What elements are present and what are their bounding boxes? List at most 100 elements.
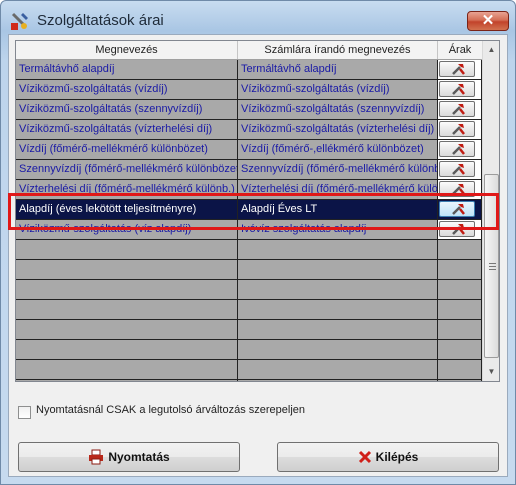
table-row-empty[interactable] [16, 360, 482, 380]
cell-name[interactable] [16, 380, 238, 381]
print-only-last-change-checkbox[interactable] [18, 406, 31, 419]
cell-name[interactable]: Vízterhelési díj (főmérő-mellékmérő külö… [16, 180, 238, 200]
edit-prices-button[interactable] [439, 121, 475, 137]
wrench-hammer-icon [452, 144, 465, 155]
title-bar[interactable]: Szolgáltatások árai ✕ [1, 1, 515, 35]
cell-name[interactable]: Vízdíj (főmérő-mellékmérő különbözet) [16, 140, 238, 160]
cell-prices [438, 80, 482, 100]
edit-prices-button[interactable] [439, 221, 475, 237]
table-row[interactable]: Vízterhelési díj (főmérő-mellékmérő külö… [16, 180, 482, 200]
printer-icon [89, 449, 104, 465]
cell-invoice-name[interactable]: Alapdíj Éves LT [238, 200, 438, 220]
table-row-empty[interactable] [16, 300, 482, 320]
window-content: Megnevezés Számlára írandó megnevezés Ár… [8, 34, 508, 477]
vertical-scrollbar[interactable]: ▲ ▼ [482, 41, 499, 381]
cell-invoice-name[interactable] [238, 280, 438, 300]
cell-invoice-name[interactable] [238, 240, 438, 260]
cell-name[interactable] [16, 260, 238, 280]
cell-prices [438, 200, 482, 220]
edit-prices-button[interactable] [439, 161, 475, 177]
cell-invoice-name[interactable] [238, 300, 438, 320]
edit-prices-button[interactable] [439, 81, 475, 97]
cell-name[interactable] [16, 300, 238, 320]
window-title: Szolgáltatások árai [37, 12, 164, 29]
cell-invoice-name[interactable]: Víziközmű-szolgáltatás (vízdíj) [238, 80, 438, 100]
exit-button-label: Kilépés [375, 450, 419, 464]
table-row[interactable]: Szennyvízdíj (főmérő-mellékmérő különböz… [16, 160, 482, 180]
print-button-label: Nyomtatás [108, 450, 170, 464]
cell-name[interactable]: Víziközmű-szolgáltatás (szennyvízdíj) [16, 100, 238, 120]
cell-prices [438, 320, 482, 340]
edit-prices-button[interactable] [439, 141, 475, 157]
column-header-name[interactable]: Megnevezés [16, 41, 238, 59]
table-row-empty[interactable] [16, 240, 482, 260]
cell-name[interactable]: Alapdíj (éves lekötött teljesítményre) [16, 200, 238, 220]
wrench-hammer-icon [452, 184, 465, 195]
cell-invoice-name[interactable]: Szennyvízdíj (főmérő-mellékmérő különböz… [238, 160, 438, 180]
cell-invoice-name[interactable]: Víziközmű-szolgáltatás (szennyvízdíj) [238, 100, 438, 120]
cell-name[interactable] [16, 280, 238, 300]
cell-prices [438, 220, 482, 240]
close-icon: ✕ [481, 12, 495, 29]
cell-name[interactable]: Víziközmű-szolgáltatás (vízdíj) [16, 80, 238, 100]
wrench-hammer-icon [452, 204, 465, 215]
cell-prices [438, 240, 482, 260]
edit-prices-button[interactable] [439, 61, 475, 77]
cell-prices [438, 340, 482, 360]
cell-prices [438, 380, 482, 381]
cell-invoice-name[interactable]: Vízterhelési díj (főmérő-mellékmérő külö… [238, 180, 438, 200]
cell-prices [438, 160, 482, 180]
table-row[interactable]: Víziközmű-szolgáltatás (víz alapdíj) Ivóv… [16, 220, 482, 240]
cell-name[interactable]: Szennyvízdíj (főmérő-mellékmérő különböz… [16, 160, 238, 180]
cell-prices [438, 280, 482, 300]
scrollbar-thumb[interactable] [484, 174, 499, 358]
wrench-hammer-icon [452, 64, 465, 75]
services-grid[interactable]: Megnevezés Számlára írandó megnevezés Ár… [15, 40, 500, 382]
cell-name[interactable] [16, 320, 238, 340]
cell-name[interactable] [16, 360, 238, 380]
cell-invoice-name[interactable]: Víziközmű-szolgáltatás (vízterhelési díj… [238, 120, 438, 140]
cell-invoice-name[interactable]: Ivóvíz szolgáltatás alapdíj [238, 220, 438, 240]
exit-button[interactable]: Kilépés [277, 442, 499, 472]
cell-name[interactable]: Termáltávhő alapdíj [16, 60, 238, 80]
table-row[interactable]: Víziközmű-szolgáltatás (szennyvízdíj) Víz… [16, 100, 482, 120]
cell-invoice-name[interactable]: Vízdíj (főmérő-,ellékmérő különbözet) [238, 140, 438, 160]
print-only-last-change-label: Nyomtatásnál CSAK a legutolsó árváltozás… [36, 404, 306, 416]
scroll-down-icon[interactable]: ▼ [483, 363, 499, 380]
cell-invoice-name[interactable] [238, 360, 438, 380]
table-row[interactable]: Víziközmű-szolgáltatás (vízdíj) Víziközmű… [16, 80, 482, 100]
cell-name[interactable]: Víziközmű-szolgáltatás (víz alapdíj) [16, 220, 238, 240]
table-row[interactable]: Vízdíj (főmérő-mellékmérő különbözet) Víz… [16, 140, 482, 160]
cell-prices [438, 300, 482, 320]
edit-prices-button[interactable] [439, 201, 475, 217]
cell-name[interactable] [16, 240, 238, 260]
table-row-selected[interactable]: Alapdíj (éves lekötött teljesítményre) Al… [16, 200, 482, 220]
table-row-empty[interactable] [16, 320, 482, 340]
wrench-hammer-icon [452, 104, 465, 115]
app-tools-icon [11, 12, 28, 30]
cell-invoice-name[interactable]: Termáltávhő alapdíj [238, 60, 438, 80]
cell-prices [438, 100, 482, 120]
cell-name[interactable]: Víziközmű-szolgáltatás (vízterhelési díj… [16, 120, 238, 140]
wrench-hammer-icon [452, 164, 465, 175]
table-row-empty[interactable] [16, 260, 482, 280]
cell-invoice-name[interactable] [238, 320, 438, 340]
print-button[interactable]: Nyomtatás [18, 442, 240, 472]
cell-prices [438, 120, 482, 140]
table-row[interactable]: Termáltávhő alapdíj Termáltávhő alapdíj [16, 60, 482, 80]
cell-invoice-name[interactable] [238, 260, 438, 280]
column-header-invoice-name[interactable]: Számlára írandó megnevezés [238, 41, 438, 59]
table-row-empty[interactable] [16, 340, 482, 360]
table-row-empty[interactable] [16, 380, 482, 381]
cell-name[interactable] [16, 340, 238, 360]
cell-invoice-name[interactable] [238, 340, 438, 360]
scroll-up-icon[interactable]: ▲ [483, 41, 499, 58]
table-row[interactable]: Víziközmű-szolgáltatás (vízterhelési díj… [16, 120, 482, 140]
cell-invoice-name[interactable] [238, 380, 438, 381]
price-list-window: Szolgáltatások árai ✕ Megnevezés Számlár… [0, 0, 516, 485]
table-row-empty[interactable] [16, 280, 482, 300]
edit-prices-button[interactable] [439, 101, 475, 117]
edit-prices-button[interactable] [439, 181, 475, 197]
close-button[interactable]: ✕ [467, 11, 509, 31]
column-header-prices[interactable]: Árak [438, 41, 482, 59]
